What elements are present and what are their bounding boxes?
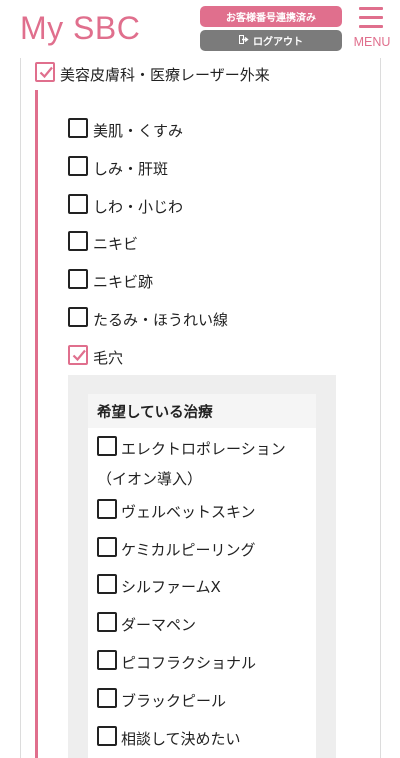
menu-button[interactable]: MENU (352, 4, 390, 50)
concern-checkbox-nikibi[interactable] (68, 231, 88, 251)
concern-label[interactable]: 毛穴 (93, 347, 123, 368)
header: My SBC お客様番号連携済み ログアウト MENU (0, 0, 400, 58)
concern-checkbox-tarumi[interactable] (68, 307, 88, 327)
check-icon (72, 349, 86, 362)
treatment-label-line2[interactable]: （イオン導入） (97, 468, 202, 489)
treatment-label[interactable]: ピコフラクショナル (121, 652, 256, 673)
treatment-checkbox-pico-fractional[interactable] (97, 650, 117, 670)
concern-checkbox-shiwa[interactable] (68, 194, 88, 214)
treatment-title: 希望している治療 (97, 405, 213, 421)
logout-label: ログアウト (253, 37, 303, 48)
category-label[interactable]: 美容皮膚科・医療レーザー外来 (60, 64, 270, 85)
concern-label[interactable]: 美肌・くすみ (93, 120, 183, 141)
logout-button[interactable]: ログアウト (200, 30, 342, 51)
menu-label: MENU (353, 35, 391, 49)
treatment-checkbox-electroporation[interactable] (97, 436, 117, 456)
customer-link-label: お客様番号連携済み (226, 13, 316, 24)
treatment-label[interactable]: シルファームX (121, 576, 221, 597)
check-icon (39, 66, 53, 79)
logout-icon (239, 34, 249, 47)
treatment-checkbox-chemical-peeling[interactable] (97, 537, 117, 557)
treatment-checkbox-consult[interactable] (97, 726, 117, 746)
treatment-label[interactable]: ヴェルベットスキン (121, 501, 256, 522)
treatment-label[interactable]: エレクトロポレーション (121, 438, 286, 459)
hamburger-icon-bar (359, 16, 383, 19)
treatment-checkbox-black-peel[interactable] (97, 688, 117, 708)
concern-label[interactable]: しみ・肝斑 (93, 158, 168, 179)
treatment-label[interactable]: ケミカルピーリング (121, 539, 256, 560)
concern-label[interactable]: ニキビ (93, 233, 138, 254)
hamburger-icon-bar (359, 25, 383, 28)
treatment-checkbox-dermapen[interactable] (97, 612, 117, 632)
treatment-label[interactable]: 相談して決めたい (121, 728, 241, 749)
concern-label[interactable]: しわ・小じわ (93, 196, 183, 217)
category-checkbox[interactable] (35, 62, 55, 82)
concern-label[interactable]: ニキビ跡 (93, 271, 153, 292)
concern-label[interactable]: たるみ・ほうれい線 (93, 309, 228, 330)
category-indent-line (35, 90, 38, 758)
treatment-checkbox-silfirm-x[interactable] (97, 574, 117, 594)
customer-link-badge[interactable]: お客様番号連携済み (200, 6, 342, 27)
treatment-label[interactable]: ダーマペン (121, 614, 196, 635)
treatment-checkbox-velvet-skin[interactable] (97, 499, 117, 519)
concern-checkbox-nikibi-ato[interactable] (68, 269, 88, 289)
logo[interactable]: My SBC (20, 10, 140, 47)
hamburger-icon (359, 7, 383, 10)
treatment-label[interactable]: ブラックピール (121, 690, 226, 711)
concern-checkbox-keana[interactable] (68, 345, 88, 365)
content-border-left (20, 58, 21, 758)
content-border-right (380, 58, 381, 758)
concern-checkbox-shimi[interactable] (68, 156, 88, 176)
concern-checkbox-bihada[interactable] (68, 118, 88, 138)
